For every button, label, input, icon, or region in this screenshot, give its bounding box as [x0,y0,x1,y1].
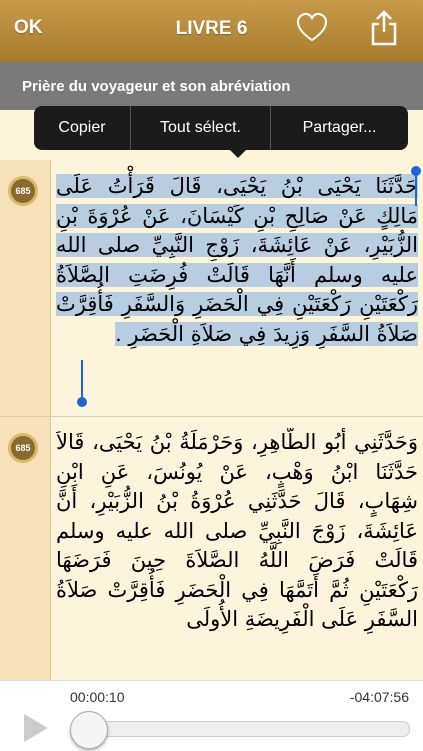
elapsed-time: 00:00:10 [70,689,125,705]
selection-handle-end-knob[interactable] [77,397,87,407]
share-menu-item[interactable]: Partager... [271,106,408,150]
select-all-menu-item[interactable]: Tout sélect. [131,106,270,150]
text-context-menu: Copier Tout sélect. Partager... [34,106,408,150]
hadith-text[interactable]: وَحَدَّثَنِي أَبُو الطَّاهِرِ، وَحَرْمَل… [56,428,418,678]
share-icon[interactable] [370,10,398,46]
chapter-header: Prière du voyageur et son abréviation [0,62,423,110]
progress-track[interactable] [72,721,410,737]
menu-pointer [228,148,248,158]
heart-icon[interactable] [296,12,328,44]
remaining-time: -04:07:56 [349,689,409,705]
chapter-title: Prière du voyageur et son abréviation [22,78,291,95]
hadith-number-badge[interactable]: 685 [8,176,38,206]
selected-text[interactable]: حَدَّثَنَا يَحْيَى بْنُ يَحْيَى، قَالَ ق… [56,174,418,346]
selection-handle-start[interactable] [415,172,417,206]
top-navigation-bar: OK LIVRE 6 [0,0,423,63]
progress-knob[interactable] [70,711,108,749]
play-icon[interactable] [24,714,48,742]
audio-player: 00:00:10 -04:07:56 [0,680,423,751]
selection-handle-end[interactable] [81,360,83,398]
divider [0,416,423,417]
page-title: LIVRE 6 [175,18,248,39]
hadith-number-column: 685 685 [0,160,51,680]
hadith-number-badge[interactable]: 685 [8,433,38,463]
selection-handle-start-knob[interactable] [411,166,421,176]
hadith-text[interactable]: حَدَّثَنَا يَحْيَى بْنُ يَحْيَى، قَالَ ق… [56,172,418,349]
copy-menu-item[interactable]: Copier [34,106,130,150]
